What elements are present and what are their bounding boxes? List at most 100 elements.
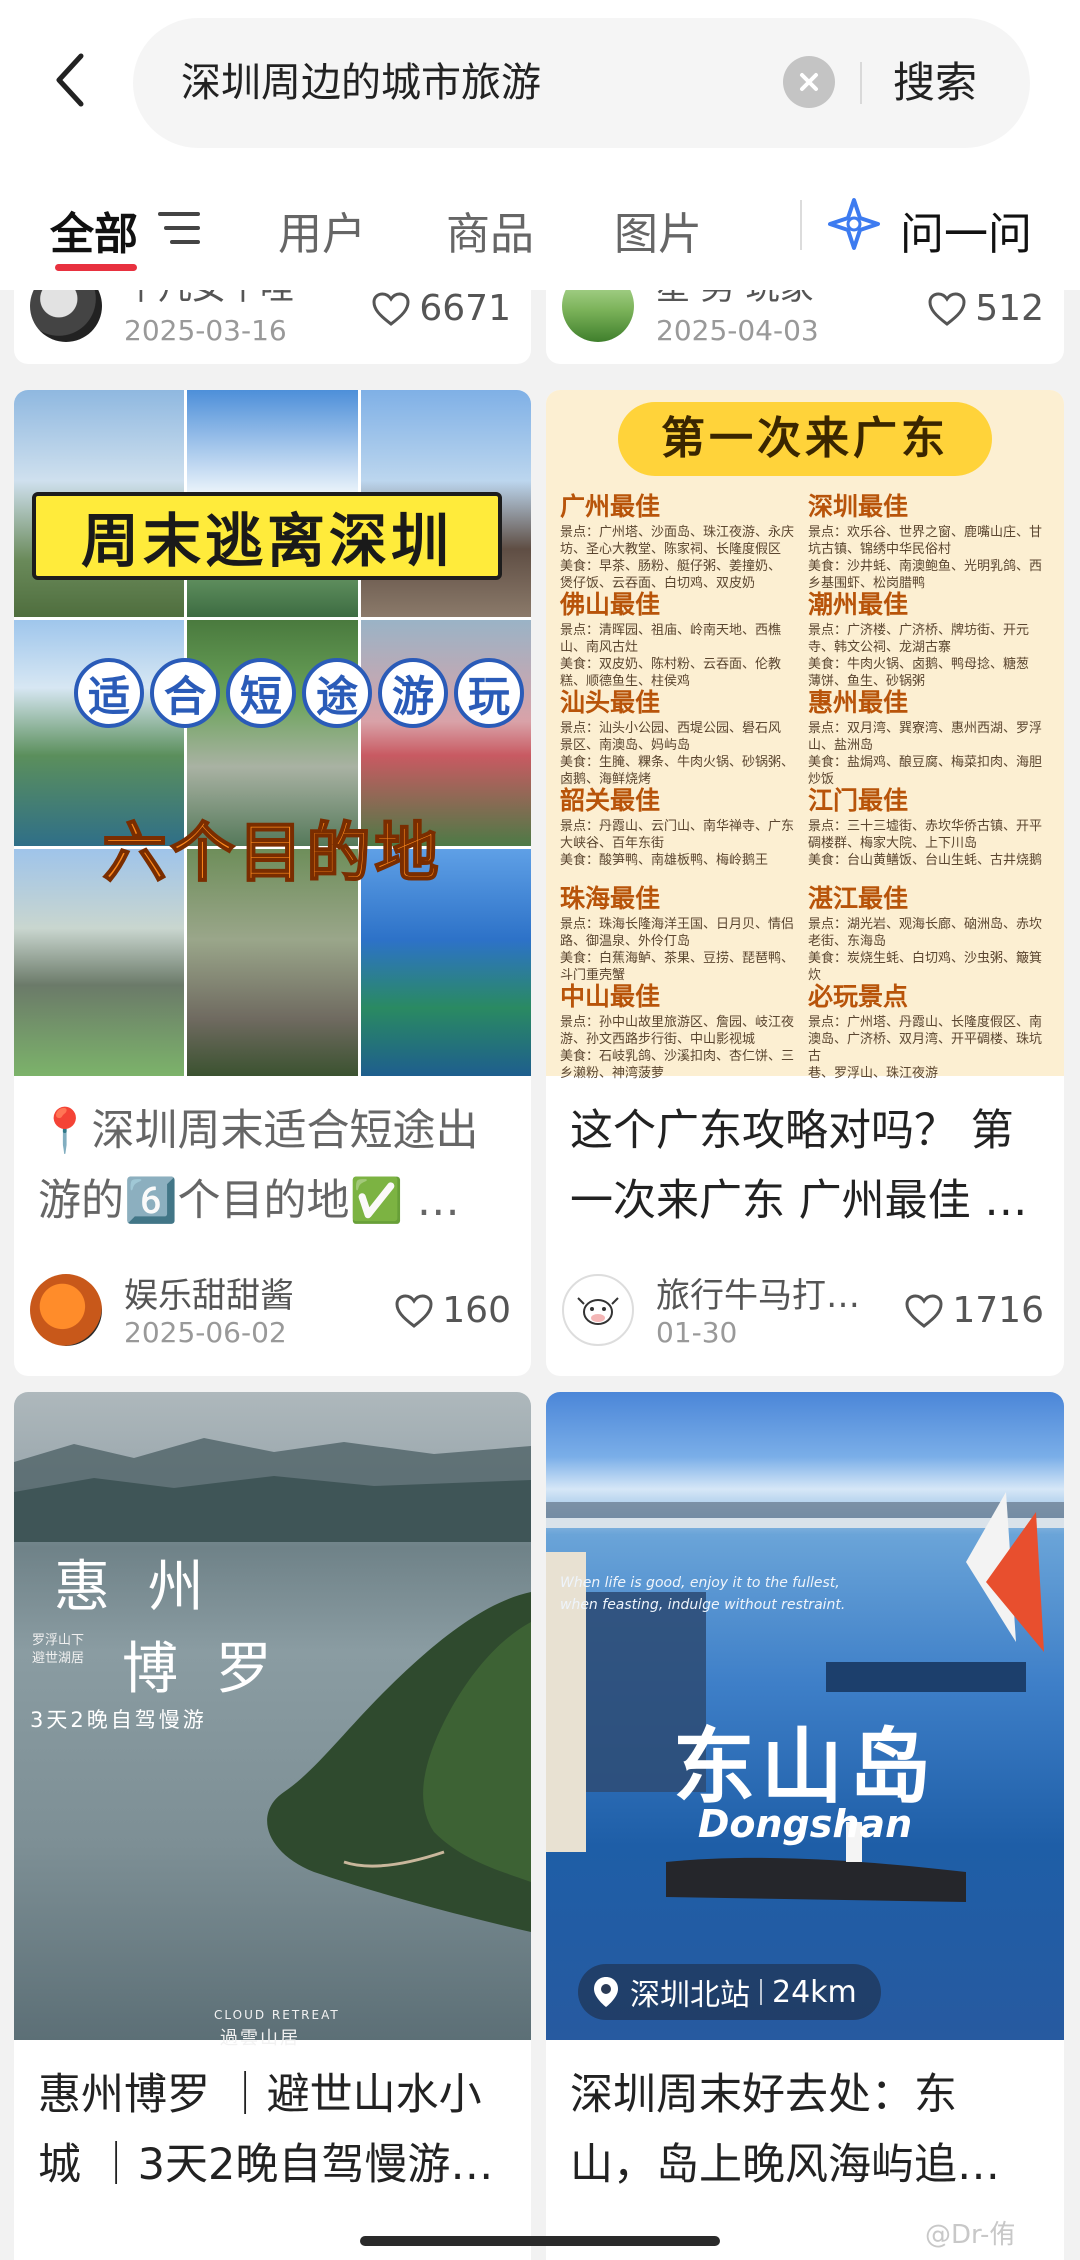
guide-section-title: 必玩景点 — [808, 982, 909, 1011]
ask-sparkle-icon[interactable] — [826, 196, 882, 252]
guide-section-line: 景点：三十三墟街、赤坎华侨古镇、开平 — [808, 819, 1043, 834]
search-results-screen: 深圳周边的城市旅游 搜索 全部 用户 商品 图片 问一问 平凡女平哇 2025-… — [0, 0, 1080, 2260]
cover-title-top: 惠 州 — [54, 1555, 214, 1620]
clear-search-button[interactable] — [783, 56, 835, 108]
cover-subheadline: 六个目的地 — [102, 816, 443, 892]
active-tab-indicator — [55, 264, 137, 271]
note-card[interactable]: When life is good, enjoy it to the fulle… — [546, 1392, 1064, 2260]
like-button[interactable]: 512 — [927, 290, 1044, 329]
back-button[interactable] — [30, 40, 110, 120]
results-feed: 平凡女平哇 2025-03-16 6671 星·男·玩家 2025-04-03 … — [0, 290, 1080, 2260]
note-card[interactable]: 周末逃离深圳 适 合 短 途 游 玩 六个目的地 📍深圳周末适合短途出游的6️⃣… — [14, 390, 531, 1376]
location-tag[interactable]: 深圳北站 24km — [578, 1964, 881, 2020]
heart-icon — [905, 1293, 943, 1328]
guide-section-title: 韶关最佳 — [560, 786, 661, 815]
guide-infographic: 第一次来广东 广州最佳景点：广州塔、沙面岛、珠江夜游、永庆 坊、圣心大教堂、陈家祠… — [546, 390, 1064, 1081]
card-cover-image[interactable]: When life is good, enjoy it to the fulle… — [546, 1392, 1064, 2040]
quote-line: When life is good, enjoy it to the fulle… — [560, 1575, 840, 1591]
guide-section-line: 乡濑粉、神湾菠萝 — [560, 1066, 665, 1081]
tab-separator — [800, 200, 802, 250]
cover-headline: 周末逃离深圳 — [32, 492, 502, 580]
heart-icon — [395, 1293, 433, 1328]
card-cover-image[interactable]: 惠 州 博 罗 罗浮山下 避世湖居 3天2晚自驾慢游 CLOUD RETREAT… — [14, 1392, 531, 2049]
guide-section-line: 大峡谷、百年东街 — [560, 836, 665, 851]
guide-section-line: 景点：广州塔、丹霞山、长隆度假区、南 — [808, 1015, 1043, 1030]
guide-section-line: 景点：广州塔、沙面岛、珠江夜游、永庆 — [560, 525, 795, 540]
circle-char: 短 — [226, 658, 296, 728]
guide-section-title: 惠州最佳 — [808, 688, 909, 717]
search-button[interactable]: 搜索 — [893, 18, 977, 148]
location-distance: 24km — [772, 1974, 857, 2010]
card-title[interactable]: 深圳周末好去处：东山，岛上晚风海屿追… — [570, 2060, 1040, 2200]
watermark: @Dr-侑 — [925, 2220, 1016, 2250]
guide-section-line: 寺、韩文公祠、龙湖古寨 — [808, 640, 952, 655]
author-avatar[interactable] — [562, 1274, 634, 1346]
card-meta: 娱乐甜甜酱 2025-06-02 160 — [14, 1260, 531, 1360]
like-count: 1716 — [952, 1290, 1044, 1331]
guide-title: 第一次来广东 — [618, 402, 992, 476]
guide-section-line: 美食：沙井蚝、南澳鲍鱼、光明乳鸽、西 — [808, 559, 1043, 574]
author-avatar[interactable] — [562, 290, 634, 342]
guide-section-line: 景点：清晖园、祖庙、岭南天地、西樵 — [560, 623, 782, 638]
tab-goods[interactable]: 商品 — [446, 198, 534, 262]
guide-section: 湛江最佳 景点：湖光岩、观海长廊、硇洲岛、赤坎 老街、东海岛 美食：炭烧生蚝、白切鸡、… — [808, 882, 1048, 984]
guide-section-line: 美食：生腌、粿条、牛肉火锅、砂锅粥、 — [560, 755, 795, 770]
card-title[interactable]: 📍深圳周末适合短途出游的6️⃣个目的地✅ … — [38, 1096, 508, 1236]
home-indicator — [360, 2236, 720, 2246]
author-name[interactable]: 旅行牛马打… — [656, 1268, 876, 1317]
guide-section-title: 江门最佳 — [808, 786, 909, 815]
guide-section: 江门最佳 景点：三十三墟街、赤坎华侨古镇、开平 碉楼群、梅家大院、上下川岛 美食：台山… — [808, 784, 1048, 869]
cover-side-text-2: 避世湖居 — [32, 1651, 85, 1666]
like-button[interactable]: 6671 — [371, 290, 511, 329]
author-avatar[interactable] — [30, 1274, 102, 1346]
guide-section-line: 美食：白蕉海鲈、茶果、豆捞、琵琶鸭、 — [560, 951, 795, 966]
location-pin-icon — [594, 1977, 618, 2007]
search-query[interactable]: 深圳周边的城市旅游 — [181, 18, 541, 148]
island-photo: When life is good, enjoy it to the fulle… — [546, 1392, 1064, 2040]
like-button[interactable]: 1716 — [904, 1290, 1044, 1331]
author-name[interactable]: 娱乐甜甜酱 — [124, 1268, 324, 1317]
guide-section-line: 山、南风古灶 — [560, 640, 639, 655]
cover-caption: 3天2晚自驾慢游 — [30, 1708, 207, 1732]
note-card[interactable]: 星·男·玩家 2025-04-03 512 — [546, 290, 1064, 364]
guide-section-line: 景点：珠海长隆海洋王国、日月贝、情侣 — [560, 917, 795, 932]
guide-section: 必玩景点 景点：广州塔、丹霞山、长隆度假区、南 澳岛、广济桥、双月湾、开平碉楼、珠坑… — [808, 980, 1048, 1082]
tab-ask[interactable]: 问一问 — [900, 198, 1032, 262]
card-cover-image[interactable]: 周末逃离深圳 适 合 短 途 游 玩 六个目的地 — [14, 390, 531, 1076]
guide-section-line: 坊、圣心大教堂、陈家祠、长隆度假区 — [560, 542, 782, 557]
note-card[interactable]: 惠 州 博 罗 罗浮山下 避世湖居 3天2晚自驾慢游 CLOUD RETREAT… — [14, 1392, 531, 2260]
tab-all[interactable]: 全部 — [50, 198, 138, 262]
brand-en: CLOUD RETREAT — [214, 2008, 340, 2022]
note-card[interactable]: 第一次来广东 广州最佳景点：广州塔、沙面岛、珠江夜游、永庆 坊、圣心大教堂、陈家祠… — [546, 390, 1064, 1376]
search-input[interactable]: 深圳周边的城市旅游 搜索 — [133, 18, 1030, 148]
card-title[interactable]: 惠州博罗 ｜避世山水小城 ｜3天2晚自驾慢游… — [38, 2060, 508, 2200]
guide-section: 珠海最佳 景点：珠海长隆海洋王国、日月贝、情侣 路、御温泉、外伶仃岛 美食：白蕉海鲈、… — [560, 882, 800, 984]
tab-users[interactable]: 用户 — [278, 198, 366, 262]
location-name: 深圳北站 — [630, 1978, 750, 2013]
like-button[interactable]: 160 — [394, 1290, 511, 1331]
note-card[interactable]: 平凡女平哇 2025-03-16 6671 — [14, 290, 531, 364]
post-date: 2025-06-02 — [124, 1316, 287, 1349]
cover-title-en: Dongshan — [697, 1802, 913, 1846]
filter-icon[interactable] — [158, 210, 200, 246]
card-cover-image[interactable]: 第一次来广东 广州最佳景点：广州塔、沙面岛、珠江夜游、永庆 坊、圣心大教堂、陈家祠… — [546, 390, 1064, 1081]
card-title[interactable]: 这个广东攻略对吗？ 第一次来广东 广州最佳 … — [570, 1096, 1040, 1236]
top-bar: 深圳周边的城市旅游 搜索 — [0, 0, 1080, 160]
guide-section-line: 景点：广济楼、广济桥、牌坊街、开元 — [808, 623, 1030, 638]
heart-icon — [372, 291, 410, 326]
guide-section-title: 中山最佳 — [560, 982, 661, 1011]
author-avatar[interactable] — [30, 290, 102, 342]
guide-section-title: 广州最佳 — [560, 492, 661, 521]
guide-section-line: 美食：酸笋鸭、南雄板鸭、梅岭鹅王 — [560, 853, 769, 868]
guide-section-line: 美食：牛肉火锅、卤鹅、鸭母捻、糖葱 — [808, 657, 1030, 672]
search-divider — [860, 62, 862, 104]
cover-circle-labels: 适 合 短 途 游 玩 — [74, 658, 530, 728]
guide-section-line: 巷、罗浮山、珠江夜游 — [808, 1066, 939, 1081]
guide-section-title: 深圳最佳 — [808, 492, 909, 521]
heart-icon — [928, 291, 966, 326]
guide-section: 佛山最佳 景点：清晖园、祖庙、岭南天地、西樵 山、南风古灶 美食：双皮奶、陈村粉、云吞… — [560, 588, 800, 690]
tab-images[interactable]: 图片 — [614, 198, 702, 262]
guide-section-line: 路、御温泉、外伶仃岛 — [560, 934, 691, 949]
author-name[interactable]: 平凡女平哇 — [124, 290, 344, 309]
author-name[interactable]: 星·男·玩家 — [656, 290, 876, 309]
